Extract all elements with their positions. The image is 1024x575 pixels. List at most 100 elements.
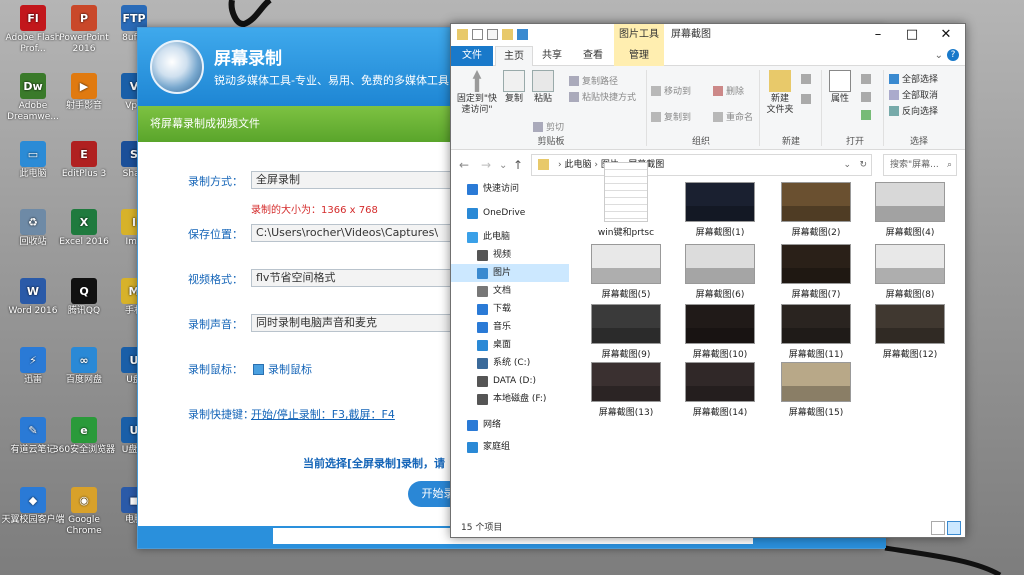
close-button[interactable]: ✕ [929,24,963,46]
properties-icon[interactable] [472,29,483,40]
tab-home[interactable]: 主页 [495,46,533,66]
file-item[interactable]: 屏幕截图(6) [677,244,763,300]
file-item[interactable]: 屏幕截图(10) [677,304,763,360]
file-item[interactable]: 屏幕截图(14) [677,362,763,418]
nav-item[interactable]: 文档 [477,282,511,300]
image-thumbnail [685,362,755,402]
file-item[interactable]: 屏幕截图(2) [773,182,859,238]
mouse-label: 录制鼠标： [188,363,243,376]
file-item[interactable]: 屏幕截图(12) [867,304,953,360]
edit-button[interactable] [861,92,871,102]
nav-item-label: 视频 [493,250,512,260]
refresh-icon[interactable]: ↻ [859,155,867,175]
pin-quick-access-button[interactable]: 固定到"快速访问" [455,70,499,116]
tab-manage[interactable]: 管理 [614,46,664,66]
ribbon-tabs: 文件 主页 共享 查看 管理 ⌄ ? [451,46,965,66]
file-item[interactable]: 屏幕截图(4) [867,182,953,238]
nav-item[interactable]: 此电脑 [467,228,510,246]
nav-item[interactable]: 视频 [477,246,511,264]
thumbnail-shade [686,327,754,343]
file-item[interactable]: 屏幕截图(15) [773,362,859,418]
mouse-checkbox[interactable] [253,363,264,375]
file-item[interactable]: 屏幕截图(5) [583,244,669,300]
file-item[interactable]: 屏幕截图(1) [677,182,763,238]
open-button[interactable] [861,74,871,84]
select-none-button[interactable]: 全部取消 [889,88,938,101]
save-label: 保存位置： [188,228,243,241]
address-bar[interactable]: › 此电脑 › 图片 › 屏幕截图 ⌄ ↻ [531,154,872,176]
nav-item[interactable]: 快速访问 [467,180,519,198]
hotkey-link[interactable]: 开始/停止录制：F3,截屏：F4 [251,406,395,422]
file-item[interactable]: 屏幕截图(13) [583,362,669,418]
save-path-input[interactable]: C:\Users\rocher\Videos\Captures\ [251,224,481,242]
invert-selection-button[interactable]: 反向选择 [889,104,938,117]
search-input[interactable]: 搜索"屏幕... ⌕ [883,154,957,176]
nav-item[interactable]: 下载 [477,300,511,318]
customize-icon[interactable] [517,29,528,40]
mode-select[interactable]: 全屏录制 [251,171,481,189]
copy-button[interactable]: 复制 [501,70,527,105]
file-item[interactable]: 屏幕截图(9) [583,304,669,360]
app-icon: E [71,141,97,167]
recent-dropdown-icon[interactable]: ⌄ [499,160,507,171]
details-view-button[interactable] [931,521,945,535]
easy-access-button[interactable] [801,94,811,104]
nav-item[interactable]: OneDrive [467,204,525,222]
ribbon-collapse-icon[interactable]: ⌄ [935,50,943,61]
file-item[interactable]: 屏幕截图(7) [773,244,859,300]
paste-shortcut-button[interactable]: 粘贴快捷方式 [569,90,636,103]
recorder-logo-icon [150,40,204,94]
nav-item[interactable]: 音乐 [477,318,511,336]
image-thumbnail [591,362,661,402]
copy-path-button[interactable]: 复制路径 [569,74,618,87]
copy-path-icon [569,75,579,86]
copy-to-button[interactable]: 复制到 [651,110,691,123]
large-icons-view-button[interactable] [947,521,961,535]
nav-item[interactable]: DATA (D:) [477,372,536,390]
maximize-button[interactable]: □ [895,24,929,46]
tab-file[interactable]: 文件 [451,46,493,66]
new-item-button[interactable] [801,74,811,84]
new-folder-icon[interactable] [502,29,513,40]
nav-item-label: 此电脑 [483,232,511,242]
file-name: 屏幕截图(2) [791,228,841,238]
paste-button[interactable]: 粘贴 [529,70,557,105]
minimize-button[interactable]: – [861,24,895,46]
tab-share[interactable]: 共享 [535,46,569,66]
file-item[interactable]: 屏幕截图(8) [867,244,953,300]
cut-button[interactable]: 剪切 [533,120,564,133]
nav-item[interactable]: 本地磁盘 (F:) [477,390,546,408]
nav-item[interactable]: 图片 [451,264,569,282]
properties-button[interactable]: 属性 [825,70,855,105]
rename-button[interactable]: 重命名 [713,110,753,123]
folder-icon [457,29,468,40]
nav-item-label: 音乐 [493,322,512,332]
breadcrumb-this-pc[interactable]: 此电脑 [564,160,591,170]
help-icon[interactable]: ? [947,49,959,61]
app-icon: ∞ [71,347,97,373]
nav-item-icon [467,419,478,431]
up-button[interactable]: ↑ [513,158,523,172]
nav-item-label: 图片 [493,268,512,278]
nav-item[interactable]: 系统 (C:) [477,354,530,372]
recorder-title: 屏幕录制 [214,49,282,69]
forward-button[interactable]: → [481,158,491,172]
history-button[interactable] [861,110,871,120]
file-item[interactable]: win键和prtsc [583,162,669,238]
new-folder-button[interactable]: 新建 文件夹 [763,70,797,116]
app-icon: ▶ [71,73,97,99]
audio-select[interactable]: 同时录制电脑声音和麦克 [251,314,481,332]
folder-icon [538,159,549,170]
select-all-button[interactable]: 全部选择 [889,72,938,85]
nav-item[interactable]: 家庭组 [467,438,510,456]
delete-button[interactable]: 删除 [713,84,744,97]
nav-item[interactable]: 桌面 [477,336,511,354]
back-button[interactable]: ← [459,158,469,172]
format-select[interactable]: flv节省空间格式 [251,269,481,287]
address-dropdown-icon[interactable]: ⌄ [843,155,851,175]
move-to-button[interactable]: 移动到 [651,84,691,97]
nav-item[interactable]: 网络 [467,416,501,434]
checkmark-icon[interactable] [487,29,498,40]
file-item[interactable]: 屏幕截图(11) [773,304,859,360]
tab-view[interactable]: 查看 [573,46,613,66]
